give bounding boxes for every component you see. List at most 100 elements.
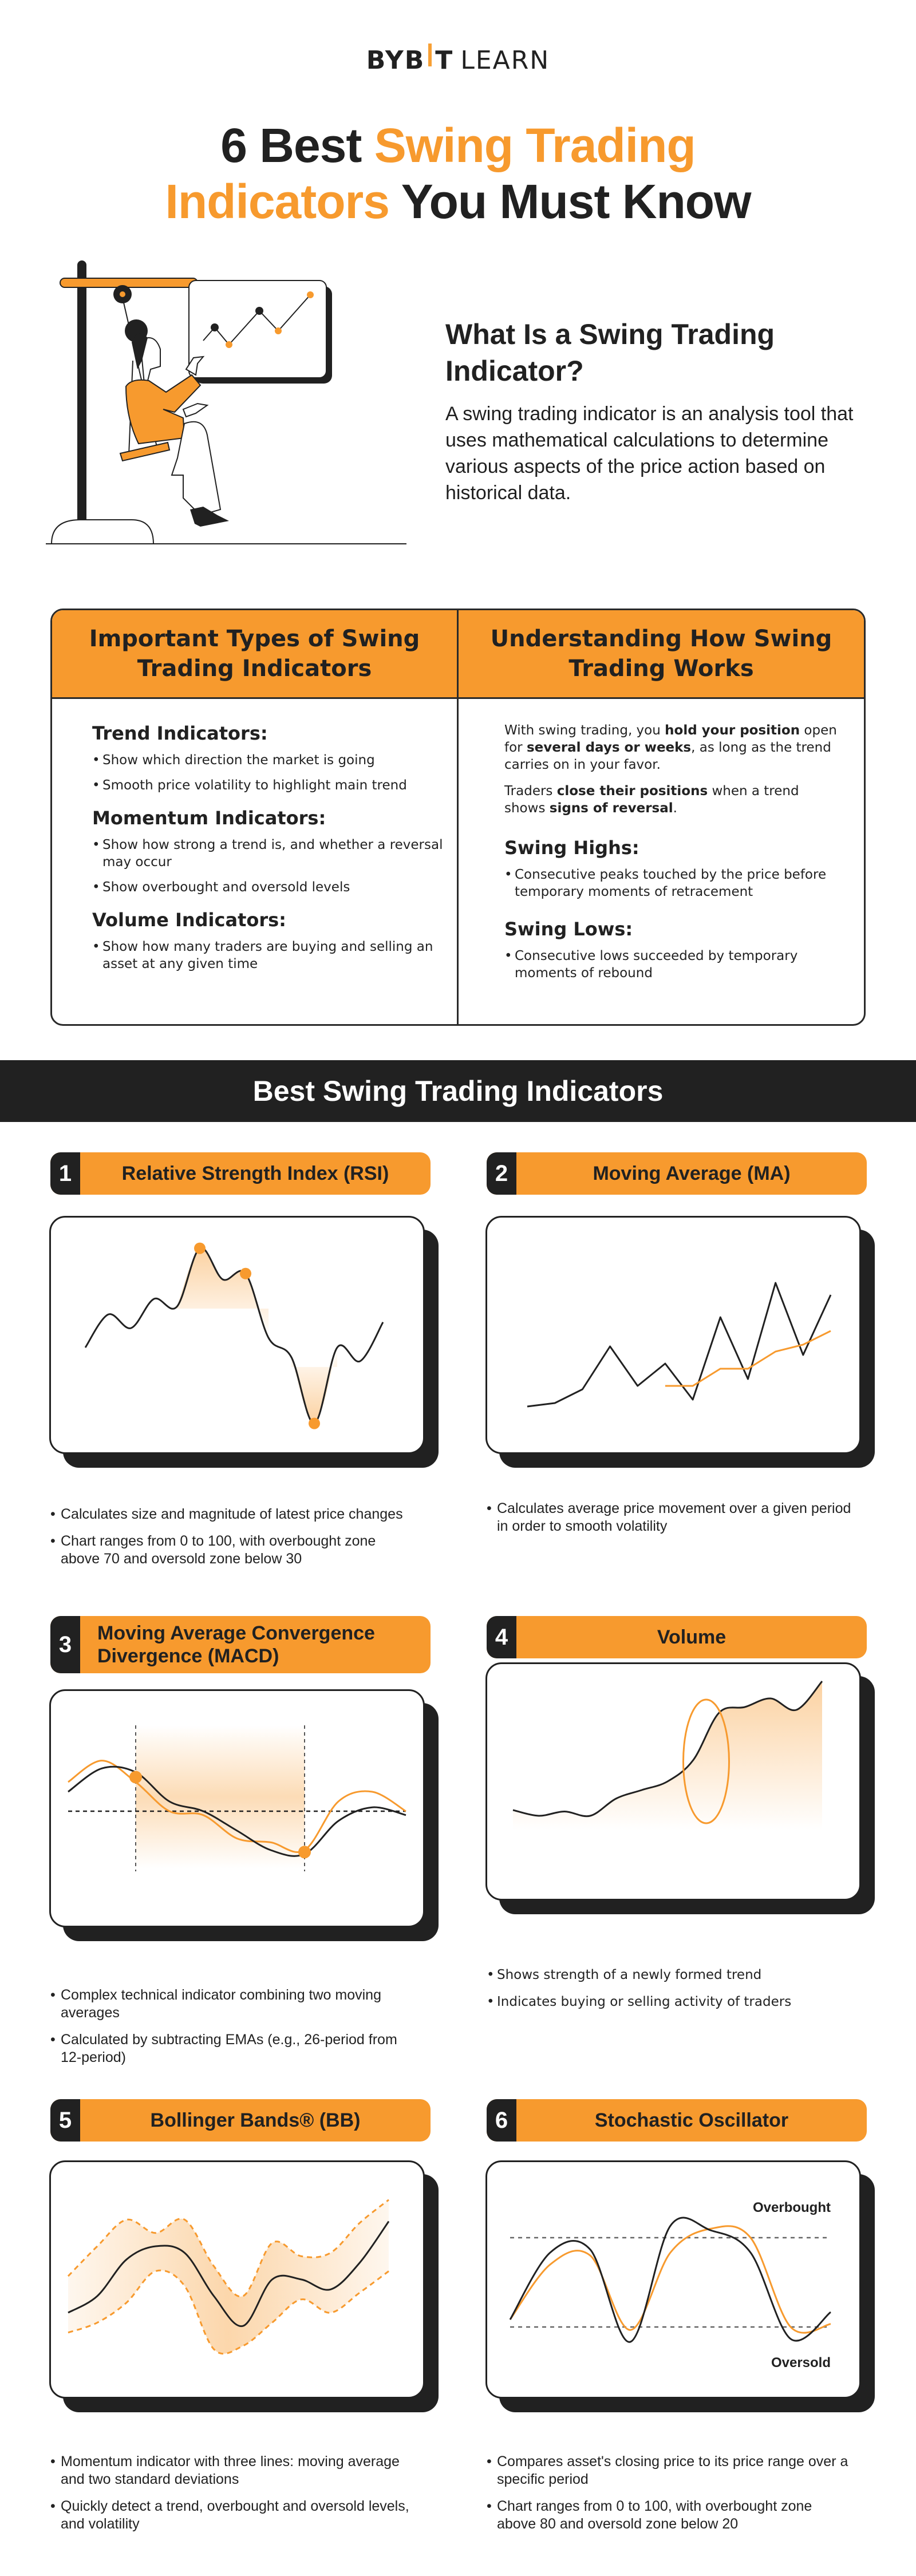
works-group-title: Swing Lows: bbox=[504, 918, 633, 940]
logo-brand: BYB T bbox=[366, 44, 454, 75]
works-paragraph: Traders close their positions when a tre… bbox=[504, 784, 799, 816]
info-box: Important Types of Swing Trading Indicat… bbox=[50, 609, 866, 1026]
indicator-header-3: 3 Moving Average Convergence Divergence … bbox=[50, 1616, 431, 1673]
works-heading: Understanding How Swing Trading Works bbox=[459, 610, 864, 699]
indicator-name: Volume bbox=[657, 1626, 727, 1648]
chart-ma bbox=[485, 1216, 875, 1468]
indicator-name: Bollinger Bands® (BB) bbox=[150, 2109, 361, 2131]
intro-heading: What Is a Swing Trading Indicator? bbox=[445, 318, 775, 387]
works-item: Consecutive peaks touched by the price b… bbox=[504, 866, 841, 900]
oversold-shade bbox=[291, 1348, 337, 1424]
chart-stochastic: Overbought Oversold bbox=[485, 2160, 875, 2412]
oversold-label: Oversold bbox=[771, 2355, 831, 2370]
macd-chart-svg bbox=[68, 1725, 406, 1871]
volume-area bbox=[513, 1681, 822, 1830]
price-line bbox=[527, 1282, 832, 1408]
crossover-point bbox=[129, 1771, 142, 1784]
indicator-bullets-2: Calculates average price movement over a… bbox=[487, 1500, 853, 1544]
indicator-bullet: Calculates average price movement over a… bbox=[487, 1500, 853, 1535]
indicator-bullet: Quickly detect a trend, overbought and o… bbox=[50, 2498, 417, 2533]
indicator-bullet: Complex technical indicator combining tw… bbox=[50, 1986, 417, 2022]
indicator-bullet: Indicates buying or selling activity of … bbox=[487, 1993, 853, 2011]
rsi-line bbox=[84, 1247, 384, 1425]
indicator-number: 5 bbox=[50, 2099, 80, 2142]
swing-low-marker bbox=[309, 1417, 320, 1429]
chart-volume bbox=[485, 1662, 875, 1914]
indicator-bullet: Chart ranges from 0 to 100, with overbou… bbox=[50, 1532, 417, 1568]
swing-pole bbox=[77, 260, 86, 527]
stochastic-chart-svg: Overbought Oversold bbox=[509, 2200, 831, 2370]
pole-base bbox=[50, 519, 155, 544]
indicator-number: 2 bbox=[487, 1152, 516, 1195]
bollinger-chart-svg bbox=[67, 2199, 390, 2355]
works-paragraph: With swing trading, you hold your positi… bbox=[504, 723, 837, 772]
title-part: You Must Know bbox=[389, 175, 752, 228]
intro-body: A swing trading indicator is an analysis… bbox=[445, 403, 854, 504]
indicator-number: 6 bbox=[487, 2099, 516, 2142]
divergence-zone bbox=[136, 1725, 305, 1868]
bybit-learn-logo: BYB T LEARN bbox=[0, 44, 916, 75]
types-item: Smooth price volatility to highlight mai… bbox=[92, 777, 457, 794]
indicator-number: 4 bbox=[487, 1616, 516, 1658]
works-item: Consecutive lows succeeded by temporary … bbox=[504, 947, 841, 982]
rsi-chart-svg bbox=[84, 1242, 384, 1429]
indicator-header-4: 4 Volume bbox=[487, 1616, 867, 1658]
title-part: 6 Best bbox=[220, 118, 374, 172]
indicator-bullet: Calculates size and magnitude of latest … bbox=[50, 1506, 417, 1523]
title-highlight: Indicators bbox=[165, 175, 390, 228]
types-item: Show which direction the market is going bbox=[92, 752, 457, 769]
ma-chart-svg bbox=[527, 1282, 832, 1408]
indicator-bullet: Chart ranges from 0 to 100, with overbou… bbox=[487, 2498, 853, 2533]
overbought-shade bbox=[177, 1247, 269, 1338]
chart-macd bbox=[49, 1689, 439, 1941]
volume-chart-svg bbox=[512, 1680, 823, 1830]
indicator-bullet: Momentum indicator with three lines: mov… bbox=[50, 2453, 417, 2488]
indicator-bullet: Calculated by subtracting EMAs (e.g., 26… bbox=[50, 2031, 417, 2067]
swing-seat bbox=[119, 441, 171, 462]
crossover-point bbox=[298, 1846, 311, 1859]
percent-d-line bbox=[509, 2225, 831, 2334]
indicator-bullets-1: Calculates size and magnitude of latest … bbox=[50, 1506, 417, 1577]
types-heading: Important Types of Swing Trading Indicat… bbox=[52, 610, 457, 699]
types-item: Show overbought and oversold levels bbox=[92, 879, 457, 896]
percent-k-line bbox=[509, 2217, 831, 2343]
indicator-bullets-5: Momentum indicator with three lines: mov… bbox=[50, 2453, 417, 2542]
board bbox=[188, 280, 327, 378]
types-group-title: Trend Indicators: bbox=[92, 722, 268, 744]
logo-product: LEARN bbox=[460, 46, 550, 75]
indicator-bullet: Compares asset's closing price to its pr… bbox=[487, 2453, 853, 2488]
types-group-title: Volume Indicators: bbox=[92, 909, 286, 931]
types-column: Important Types of Swing Trading Indicat… bbox=[52, 610, 459, 1024]
indicator-bullets-3: Complex technical indicator combining tw… bbox=[50, 1986, 417, 2076]
indicator-header-6: 6 Stochastic Oscillator bbox=[487, 2099, 867, 2142]
swing-high-marker bbox=[194, 1242, 206, 1254]
indicator-bullets-4: Shows strength of a newly formed trend I… bbox=[487, 1966, 853, 2020]
band-fill bbox=[68, 2199, 389, 2354]
types-item: Show how many traders are buying and sel… bbox=[92, 938, 457, 973]
types-group-title: Momentum Indicators: bbox=[92, 807, 326, 829]
section-band: Best Swing Trading Indicators bbox=[0, 1060, 916, 1122]
indicator-header-2: 2 Moving Average (MA) bbox=[487, 1152, 867, 1195]
title-highlight: Swing Trading bbox=[374, 118, 696, 172]
works-column: Understanding How Swing Trading Works Wi… bbox=[459, 610, 864, 1024]
chart-rsi bbox=[49, 1216, 439, 1468]
logo-i-bar bbox=[428, 44, 432, 66]
indicator-bullets-6: Compares asset's closing price to its pr… bbox=[487, 2453, 853, 2542]
works-group-title: Swing Highs: bbox=[504, 837, 639, 859]
section-title: Best Swing Trading Indicators bbox=[252, 1075, 664, 1107]
indicator-header-5: 5 Bollinger Bands® (BB) bbox=[50, 2099, 431, 2142]
indicator-number: 1 bbox=[50, 1152, 80, 1195]
indicator-name: Moving Average Convergence Divergence (M… bbox=[97, 1622, 375, 1667]
swing-trader-illustration: 0" x2="0" y2="0" stroke="none"/> ₿ bbox=[46, 260, 406, 544]
swing-high-marker bbox=[240, 1267, 251, 1279]
types-item: Show how strong a trend is, and whether … bbox=[92, 836, 457, 871]
chart-bollinger bbox=[49, 2160, 439, 2412]
page-title: 6 Best Swing Trading Indicators You Must… bbox=[0, 117, 916, 230]
indicator-header-1: 1 Relative Strength Index (RSI) bbox=[50, 1152, 431, 1195]
swing-crossbar bbox=[60, 278, 198, 288]
indicator-name: Moving Average (MA) bbox=[593, 1163, 791, 1184]
overbought-label: Overbought bbox=[753, 2200, 831, 2215]
indicator-name: Relative Strength Index (RSI) bbox=[121, 1163, 389, 1184]
indicator-number: 3 bbox=[50, 1616, 80, 1673]
indicator-bullet: Shows strength of a newly formed trend bbox=[487, 1966, 853, 1984]
